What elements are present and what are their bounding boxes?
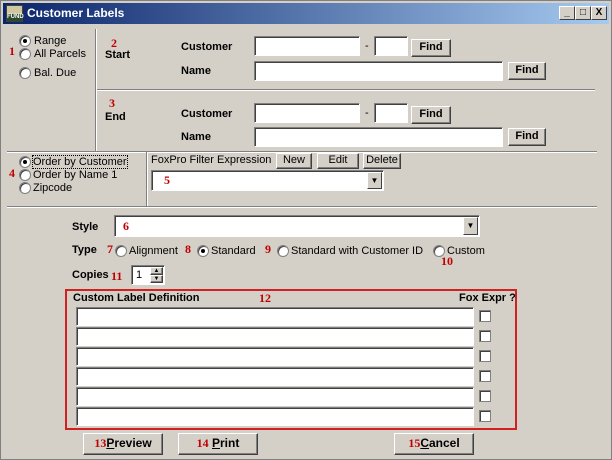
cancel-button[interactable]: 15Cancel [394,433,474,455]
print-button[interactable]: 14 Print [178,433,258,455]
order-by-name-radio[interactable] [19,169,31,181]
preview-button[interactable]: 13Preview [83,433,163,455]
end-name-input[interactable] [254,127,503,147]
type-label: Type [72,244,97,256]
start-name-label: Name [181,65,211,77]
start-heading: Start [105,49,131,61]
custom-definition-row-2[interactable] [76,327,474,346]
cancel-button-key: C [420,436,429,450]
range-radio[interactable] [19,35,31,47]
style-dropdown[interactable]: ▼ [114,215,480,237]
print-button-key: P [211,436,220,450]
order-divider [146,152,148,206]
standard-radio[interactable] [197,245,209,257]
end-customer-find-button[interactable]: Find [411,106,451,124]
fox-expr-header: Fox Expr ? [459,292,516,304]
fox-expr-checkbox-2[interactable] [479,330,491,342]
marker-10: 10 [441,254,453,268]
order-section-divider [7,206,597,208]
filter-delete-button[interactable]: Delete [363,153,401,169]
marker-11: 11 [111,269,123,283]
marker-8: 8 [185,242,191,256]
fox-expr-checkbox-4[interactable] [479,370,491,382]
marker-14: 14 [196,436,209,450]
customer-labels-window: FUND Customer Labels _ □ X 1 Range All P… [0,0,612,460]
start-dash: - [365,40,369,52]
all-parcels-label: All Parcels [34,48,86,60]
bal-due-radio[interactable] [19,67,31,79]
start-name-find-button[interactable]: Find [508,62,546,80]
filter-expression-dropdown[interactable]: ▼ [151,170,384,191]
custom-definition-row-3[interactable] [76,347,474,366]
end-name-find-button[interactable]: Find [508,128,546,146]
start-name-input[interactable] [254,61,503,81]
preview-button-label: review [114,436,152,450]
alignment-radio[interactable] [115,245,127,257]
end-heading: End [105,111,126,123]
filter-label: FoxPro Filter Expression [151,154,272,166]
custom-definition-row-1[interactable] [76,307,474,326]
marker-5: 5 [164,173,170,187]
close-button[interactable]: X [591,6,607,20]
end-customer-suffix-input[interactable] [374,103,408,123]
marker-7: 7 [107,242,113,256]
marker-12: 12 [259,291,271,305]
all-parcels-radio[interactable] [19,48,31,60]
print-button-label: rint [220,436,240,450]
standard-with-id-label: Standard with Customer ID [291,245,424,257]
filter-new-button[interactable]: New [276,153,312,169]
marker-1: 1 [9,44,15,58]
start-customer-input[interactable] [254,36,360,56]
marker-4: 4 [9,166,15,180]
range-label: Range [34,35,67,47]
copies-value: 1 [136,269,143,281]
filter-edit-button[interactable]: Edit [317,153,359,169]
copies-spinner[interactable]: 1 ▲ ▼ [131,265,165,285]
chevron-down-icon[interactable]: ▼ [463,217,478,235]
fox-expr-checkbox-6[interactable] [479,410,491,422]
bal-due-label: Bal. Due [34,67,77,79]
title-bar[interactable]: FUND Customer Labels _ □ X [3,3,609,24]
custom-definition-row-5[interactable] [76,387,474,406]
marker-6: 6 [123,219,129,233]
window-title: Customer Labels [27,6,125,20]
end-dash: - [365,107,369,119]
fox-expr-checkbox-5[interactable] [479,390,491,402]
maximize-button[interactable]: □ [575,6,591,20]
fox-expr-checkbox-1[interactable] [479,310,491,322]
custom-definition-header: Custom Label Definition [73,292,200,304]
standard-with-id-radio[interactable] [277,245,289,257]
spin-up-icon[interactable]: ▲ [150,267,163,275]
copies-label: Copies [72,269,109,281]
custom-definition-row-6[interactable] [76,407,474,426]
start-customer-suffix-input[interactable] [374,36,408,56]
style-label: Style [72,221,99,233]
chevron-down-icon[interactable]: ▼ [367,172,382,189]
order-by-name-label: Order by Name 1 [33,169,118,181]
marker-3: 3 [109,96,115,110]
start-customer-find-button[interactable]: Find [411,39,451,57]
start-customer-label: Customer [181,41,233,53]
standard-label: Standard [211,245,256,257]
zipcode-radio[interactable] [19,182,31,194]
alignment-label: Alignment [129,245,178,257]
custom-definition-row-4[interactable] [76,367,474,386]
order-by-customer-label: Order by Customer [32,155,128,169]
end-customer-input[interactable] [254,103,360,123]
order-by-customer-radio[interactable] [19,156,31,168]
app-icon-text: FUND [7,14,24,21]
zipcode-label: Zipcode [33,182,73,194]
fox-expr-checkbox-3[interactable] [479,350,491,362]
minimize-button[interactable]: _ [559,6,575,20]
marker-9: 9 [265,242,271,256]
app-icon: FUND [6,5,24,22]
marker-15: 15 [408,436,421,450]
end-name-label: Name [181,131,211,143]
start-end-divider [97,89,595,91]
spin-down-icon[interactable]: ▼ [150,275,163,283]
marker-13: 13 [94,436,107,450]
cancel-button-label: ancel [428,436,460,450]
end-customer-label: Customer [181,108,233,120]
